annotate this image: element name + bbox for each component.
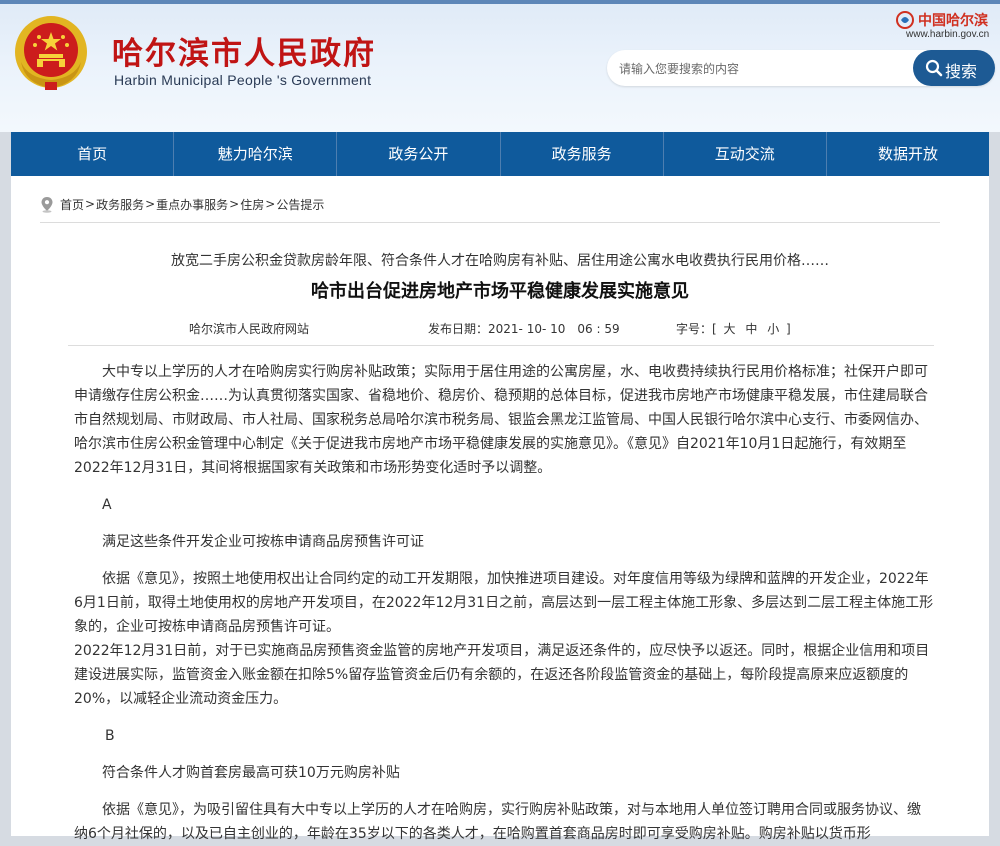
section-heading-a: 满足这些条件开发企业可按栋申请商品房预售许可证 [102,534,424,550]
font-size-small-button[interactable]: 小 [764,322,782,336]
font-size-switcher: 字号：[ 大 中 小 ] [676,320,791,337]
section-a-paragraph-2: 2022年12月31日前，对于已实施商品房预售资金监管的房地产开发项目，满足返还… [74,643,930,707]
header-top-line [0,0,1000,4]
breadcrumb-item-housing[interactable]: 住房 [240,196,264,213]
national-emblem-icon[interactable] [12,12,90,92]
swirl-logo-icon [896,11,914,29]
nav-item-open-data[interactable]: 数据开放 [827,132,989,176]
section-heading-b: 符合条件人才购首套房最高可获10万元购房补贴 [102,765,400,781]
site-header: 哈尔滨市人民政府 Harbin Municipal People 's Gove… [0,0,1000,132]
article-body: 大中专以上学历的人才在哈购房实行购房补贴政策；实际用于居住用途的公寓房屋，水、电… [74,360,934,846]
publish-date-label: 发布日期： [428,322,489,336]
breadcrumb: 首页 > 政务服务 > 重点办事服务 > 住房 > 公告提示 [40,195,324,213]
article-title: 哈市出台促进房地产市场平稳健康发展实施意见 [311,281,689,302]
nav-item-gov-services[interactable]: 政务服务 [501,132,664,176]
china-harbin-logo-text: 中国哈尔滨 [918,13,988,29]
main-nav: 首页 魅力哈尔滨 政务公开 政务服务 互动交流 数据开放 [11,132,989,176]
section-a-paragraph-1: 依据《意见》，按照土地使用权出让合同约定的动工开发期限，加快推进项目建设。对年度… [74,571,934,635]
china-harbin-logo[interactable]: 中国哈尔滨 [896,10,992,30]
breadcrumb-separator: > [85,197,96,211]
breadcrumb-separator: > [265,197,276,211]
font-size-label: 字号：[ [676,322,717,336]
nav-item-charm-harbin[interactable]: 魅力哈尔滨 [174,132,338,176]
nav-item-gov-affairs-open[interactable]: 政务公开 [337,132,501,176]
magnifier-icon [925,59,943,77]
article-subtitle: 放宽二手房公积金贷款房龄年限、符合条件人才在哈购房有补贴、居住用途公寓水电收费执… [171,253,829,269]
nav-item-home[interactable]: 首页 [11,132,175,176]
site-url: www.harbin.gov.cn [906,29,990,40]
section-label-b: B [105,728,115,744]
publish-date-value: 2021- 10- 10 06 : 59 [488,322,620,336]
breadcrumb-separator: > [229,197,240,211]
font-size-medium-button[interactable]: 中 [742,322,760,336]
section-b-paragraph-1: 依据《意见》，为吸引留住具有大中专以上学历的人才在哈购房，实行购房补贴政策，对与… [74,802,921,842]
location-pin-icon [41,196,53,213]
breadcrumb-separator: > [145,197,156,211]
site-title-cn[interactable]: 哈尔滨市人民政府 [112,28,376,73]
site-title-en: Harbin Municipal People 's Government [114,72,372,88]
breadcrumb-item-gov-services[interactable]: 政务服务 [96,196,144,213]
search-bar: 搜索 [607,50,995,86]
font-size-large-button[interactable]: 大 [721,322,739,336]
search-button-label: 搜索 [945,62,978,81]
font-size-close-bracket: ] [786,322,791,336]
content-panel: 首页 > 政务服务 > 重点办事服务 > 住房 > 公告提示 放宽二手房公积金贷… [11,176,989,842]
breadcrumb-item-key-services[interactable]: 重点办事服务 [156,196,228,213]
search-button[interactable]: 搜索 [913,50,995,86]
meta-divider [68,345,934,346]
breadcrumb-item-home[interactable]: 首页 [60,196,84,213]
nav-item-interaction[interactable]: 互动交流 [664,132,827,176]
section-label-a: A [102,497,112,513]
article-intro-paragraph: 大中专以上学历的人才在哈购房实行购房补贴政策；实际用于居住用途的公寓房屋，水、电… [74,364,928,476]
search-input[interactable] [617,56,911,82]
article-source: 哈尔滨市人民政府网站 [189,322,310,336]
breadcrumb-item-notices[interactable]: 公告提示 [276,196,324,213]
breadcrumb-divider [40,222,940,223]
article-publish-date: 发布日期：2021- 10- 10 06 : 59 [428,320,620,337]
